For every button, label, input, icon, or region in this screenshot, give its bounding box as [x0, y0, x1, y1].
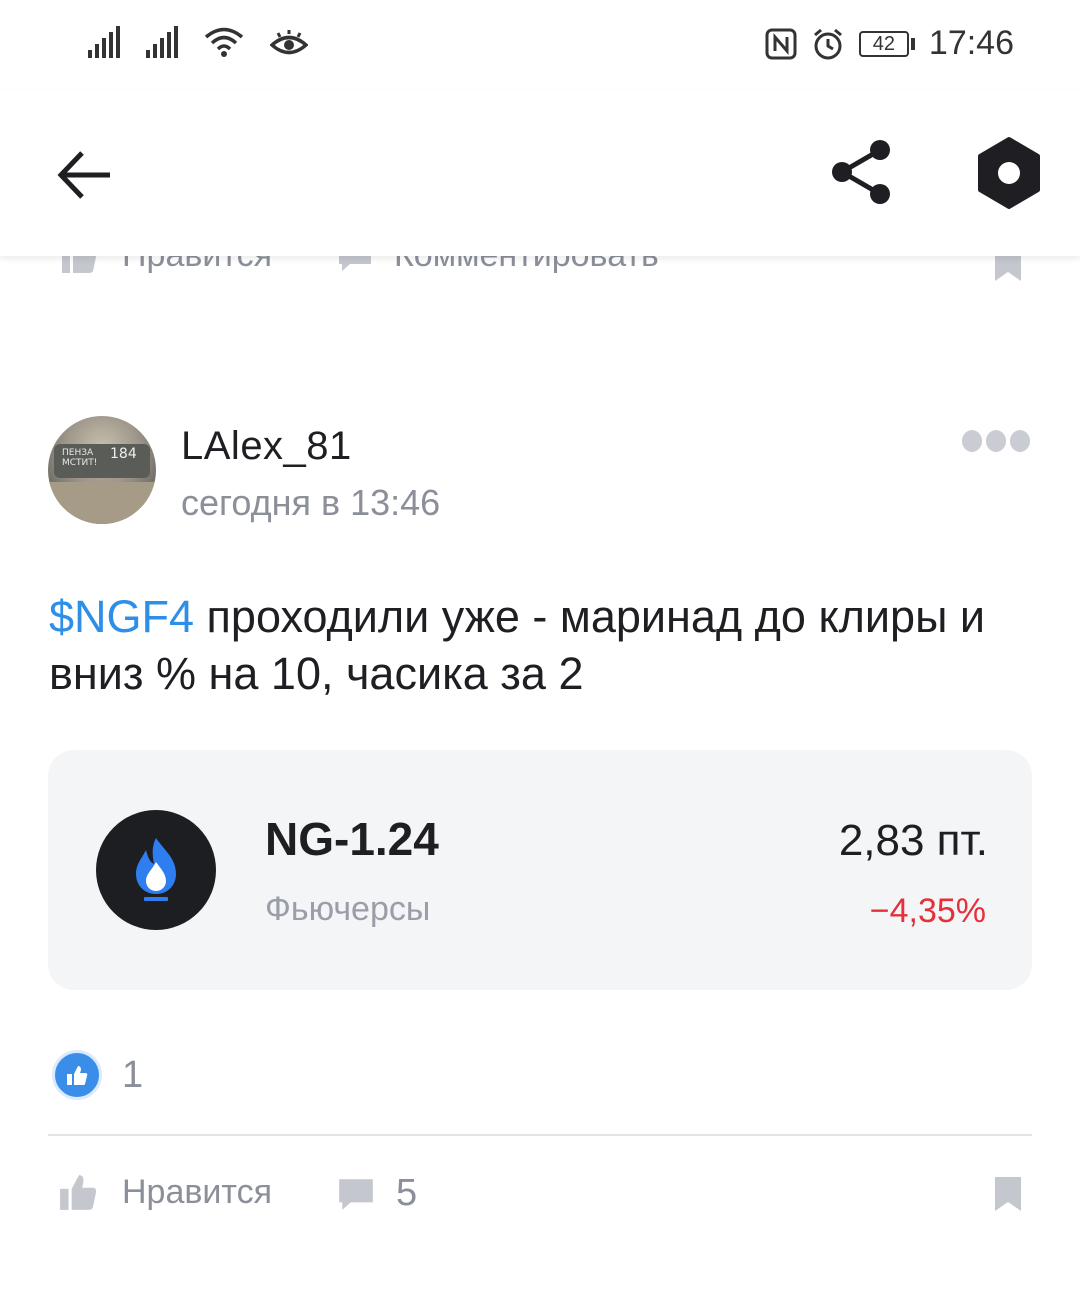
comment-button[interactable]: 5: [336, 1172, 417, 1215]
signal-icon: [88, 26, 120, 58]
bookmark-icon[interactable]: [994, 1176, 1022, 1212]
instrument-logo: [96, 810, 216, 930]
like-label: Нравится: [122, 1172, 273, 1211]
instrument-type: Фьючерсы: [265, 890, 431, 928]
battery-level: 42: [858, 30, 909, 57]
wifi-icon: [204, 27, 244, 57]
author-name[interactable]: LAlex_81: [181, 424, 352, 469]
like-button[interactable]: Нравится: [58, 1172, 272, 1212]
instrument-price: 2,83 пт.: [838, 816, 988, 865]
more-dot: [986, 430, 1006, 452]
instrument-name: NG-1.24: [265, 813, 439, 865]
battery-indicator: 42: [858, 30, 915, 57]
signal-icon: [146, 26, 178, 58]
status-bar: 42 17:46: [0, 0, 1080, 90]
alarm-icon: [813, 28, 842, 59]
avatar[interactable]: ПЕНЗА МСТИТ! 184: [48, 416, 156, 524]
ticker-link[interactable]: $NGF4: [49, 591, 194, 642]
comment-count: 5: [396, 1172, 418, 1214]
app-bar: [0, 90, 1080, 256]
instrument-change: −4,35%: [869, 892, 986, 930]
hexagon-icon[interactable]: [972, 136, 1046, 210]
thumbs-up-icon: [52, 1050, 102, 1100]
nfc-icon: [765, 28, 797, 59]
post-timestamp: сегодня в 13:46: [181, 482, 441, 523]
reaction-summary[interactable]: 1: [52, 1050, 143, 1100]
more-dot: [962, 430, 982, 452]
share-icon[interactable]: [826, 136, 898, 208]
post-body: $NGF4 проходили уже - маринад до клиры и…: [49, 588, 1039, 702]
more-dot: [1010, 430, 1030, 452]
comment-icon: [339, 1178, 373, 1210]
gas-flame-icon: [136, 838, 176, 901]
eye-comfort-icon: [270, 30, 308, 55]
more-options-button[interactable]: [962, 430, 1030, 452]
thumbs-up-icon: [60, 1175, 97, 1210]
reaction-count: 1: [122, 1053, 144, 1096]
divider: [48, 1134, 1032, 1136]
clock: 17:46: [928, 24, 1014, 62]
arrow-left-icon[interactable]: [50, 140, 120, 210]
instrument-card[interactable]: NG-1.24 Фьючерсы 2,83 пт. −4,35%: [48, 750, 1032, 990]
